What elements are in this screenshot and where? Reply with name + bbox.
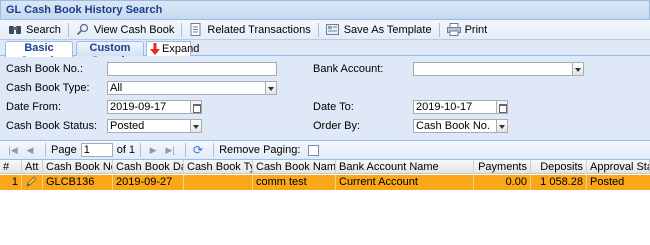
template-icon [325,23,340,36]
deposits-cell: 1 058.28 [531,175,587,190]
column-header[interactable]: Cash Book Name [253,160,336,174]
order-by-value: Cash Book No. [416,120,490,132]
print-button[interactable]: Print [443,21,492,39]
payments-cell: 0.00 [474,175,531,190]
pager-separator [185,143,187,157]
cash-book-type-label: Cash Book Type: [6,82,90,94]
approval-status-cell: Posted [590,176,625,188]
pager-separator [213,143,215,157]
order-by-select[interactable]: Cash Book No. [413,119,508,133]
bank-account-label: Bank Account: [313,63,384,75]
cash-book-type-value: All [110,82,123,94]
view-cash-book-label: View Cash Book [93,23,175,36]
window-title: GL Cash Book History Search [0,0,650,20]
prev-page-icon[interactable]: ◀ [23,143,37,157]
toolbar-separator [181,22,183,37]
cash-book-no-input[interactable] [107,62,277,76]
attachment-cell[interactable] [22,175,43,190]
search-button[interactable]: Search [4,21,65,39]
cash-book-no-cell: GLCB136 [43,175,113,190]
tab-basic-search[interactable]: Basic Search [5,41,73,67]
cash-book-no-label: Cash Book No.: [6,63,84,75]
table-row[interactable]: 1 GLCB136 2019-09-27 comm test Current A… [0,175,650,190]
refresh-icon[interactable]: ⟳ [191,143,205,157]
pencil-icon [25,176,37,188]
calendar-icon[interactable] [190,100,202,114]
column-header[interactable]: Cash Book Type [184,160,253,174]
next-page-icon[interactable]: ▶ [146,143,160,157]
cash-book-status-label: Cash Book Status: [6,120,98,132]
date-to-field[interactable]: 2019-10-17 [413,100,508,114]
save-as-template-label: Save As Template [343,23,432,36]
column-header[interactable]: Approval Status [587,160,650,174]
chevron-down-icon[interactable] [496,119,508,133]
order-by-label: Order By: [313,120,361,132]
expand-label: Expand [162,43,200,55]
chevron-down-icon[interactable] [190,119,202,133]
date-to-value: 2019-10-17 [416,101,473,113]
date-from-label: Date From: [6,101,62,113]
cash-book-name-cell: comm test [253,175,336,190]
related-transactions-label: Related Transactions [207,23,311,36]
column-header[interactable]: # [0,160,22,174]
cash-book-status-select[interactable]: Posted [107,119,202,133]
search-tabs: Basic Search Custom Search Expand [0,40,650,67]
bank-account-name-cell: Current Account [336,175,474,190]
bank-account-select[interactable] [413,62,584,76]
last-page-icon[interactable]: ▶| [163,143,177,157]
view-cash-book-button[interactable]: View Cash Book [72,21,179,39]
chevron-down-icon[interactable] [572,62,584,76]
arrow-down-icon [150,43,160,55]
cash-book-type-cell [184,175,253,190]
date-from-value: 2019-09-17 [110,101,167,113]
cash-book-status-value: Posted [110,120,145,132]
save-as-template-button[interactable]: Save As Template [322,21,436,39]
tab-custom-search[interactable]: Custom Search [76,41,144,67]
column-header[interactable]: Bank Account Name [336,160,474,174]
remove-paging-checkbox[interactable] [308,144,320,156]
first-page-icon[interactable]: |◀ [6,143,20,157]
pager-separator [45,143,46,157]
column-header[interactable]: Payments [474,160,531,174]
pager-separator [140,143,142,157]
paging-toolbar: |◀ ◀ Page 1 of 1 ▶ ▶| ⟳ Remove Paging: [0,140,650,160]
date-to-label: Date To: [313,101,354,113]
document-icon [189,23,203,36]
column-header[interactable]: Cash Book No. [43,160,113,174]
column-header[interactable]: Cash Book Date [113,160,184,174]
printer-icon [446,23,461,36]
search-form: Cash Book No.: Cash Book Type: All Date … [0,57,650,140]
toolbar-separator [438,22,440,37]
results-grid: # Att Cash Book No. Cash Book Date Cash … [0,160,650,245]
calendar-icon[interactable] [496,100,508,114]
toolbar-separator [67,22,69,37]
binoculars-icon [8,23,22,36]
column-header[interactable]: Att [22,160,43,174]
search-button-label: Search [26,23,61,36]
grid-header: # Att Cash Book No. Cash Book Date Cash … [0,160,650,174]
toolbar: Search View Cash Book Related Transactio… [0,20,650,40]
toolbar-separator [317,22,319,37]
expand-button[interactable]: Expand [146,41,199,56]
page-number-input[interactable]: 1 [80,143,113,157]
page-count-label: of 1 [116,144,136,156]
related-transactions-button[interactable]: Related Transactions [185,21,314,39]
cash-book-type-select[interactable]: All [107,81,277,95]
page-label: Page [51,144,77,156]
chevron-down-icon[interactable] [265,81,277,95]
column-header[interactable]: Deposits [531,160,587,174]
print-label: Print [464,23,488,36]
magnifier-icon [76,23,90,36]
row-number: 1 [0,175,22,190]
remove-paging-label: Remove Paging: [219,144,301,156]
cash-book-date-cell: 2019-09-27 [113,175,184,190]
date-from-field[interactable]: 2019-09-17 [107,100,202,114]
